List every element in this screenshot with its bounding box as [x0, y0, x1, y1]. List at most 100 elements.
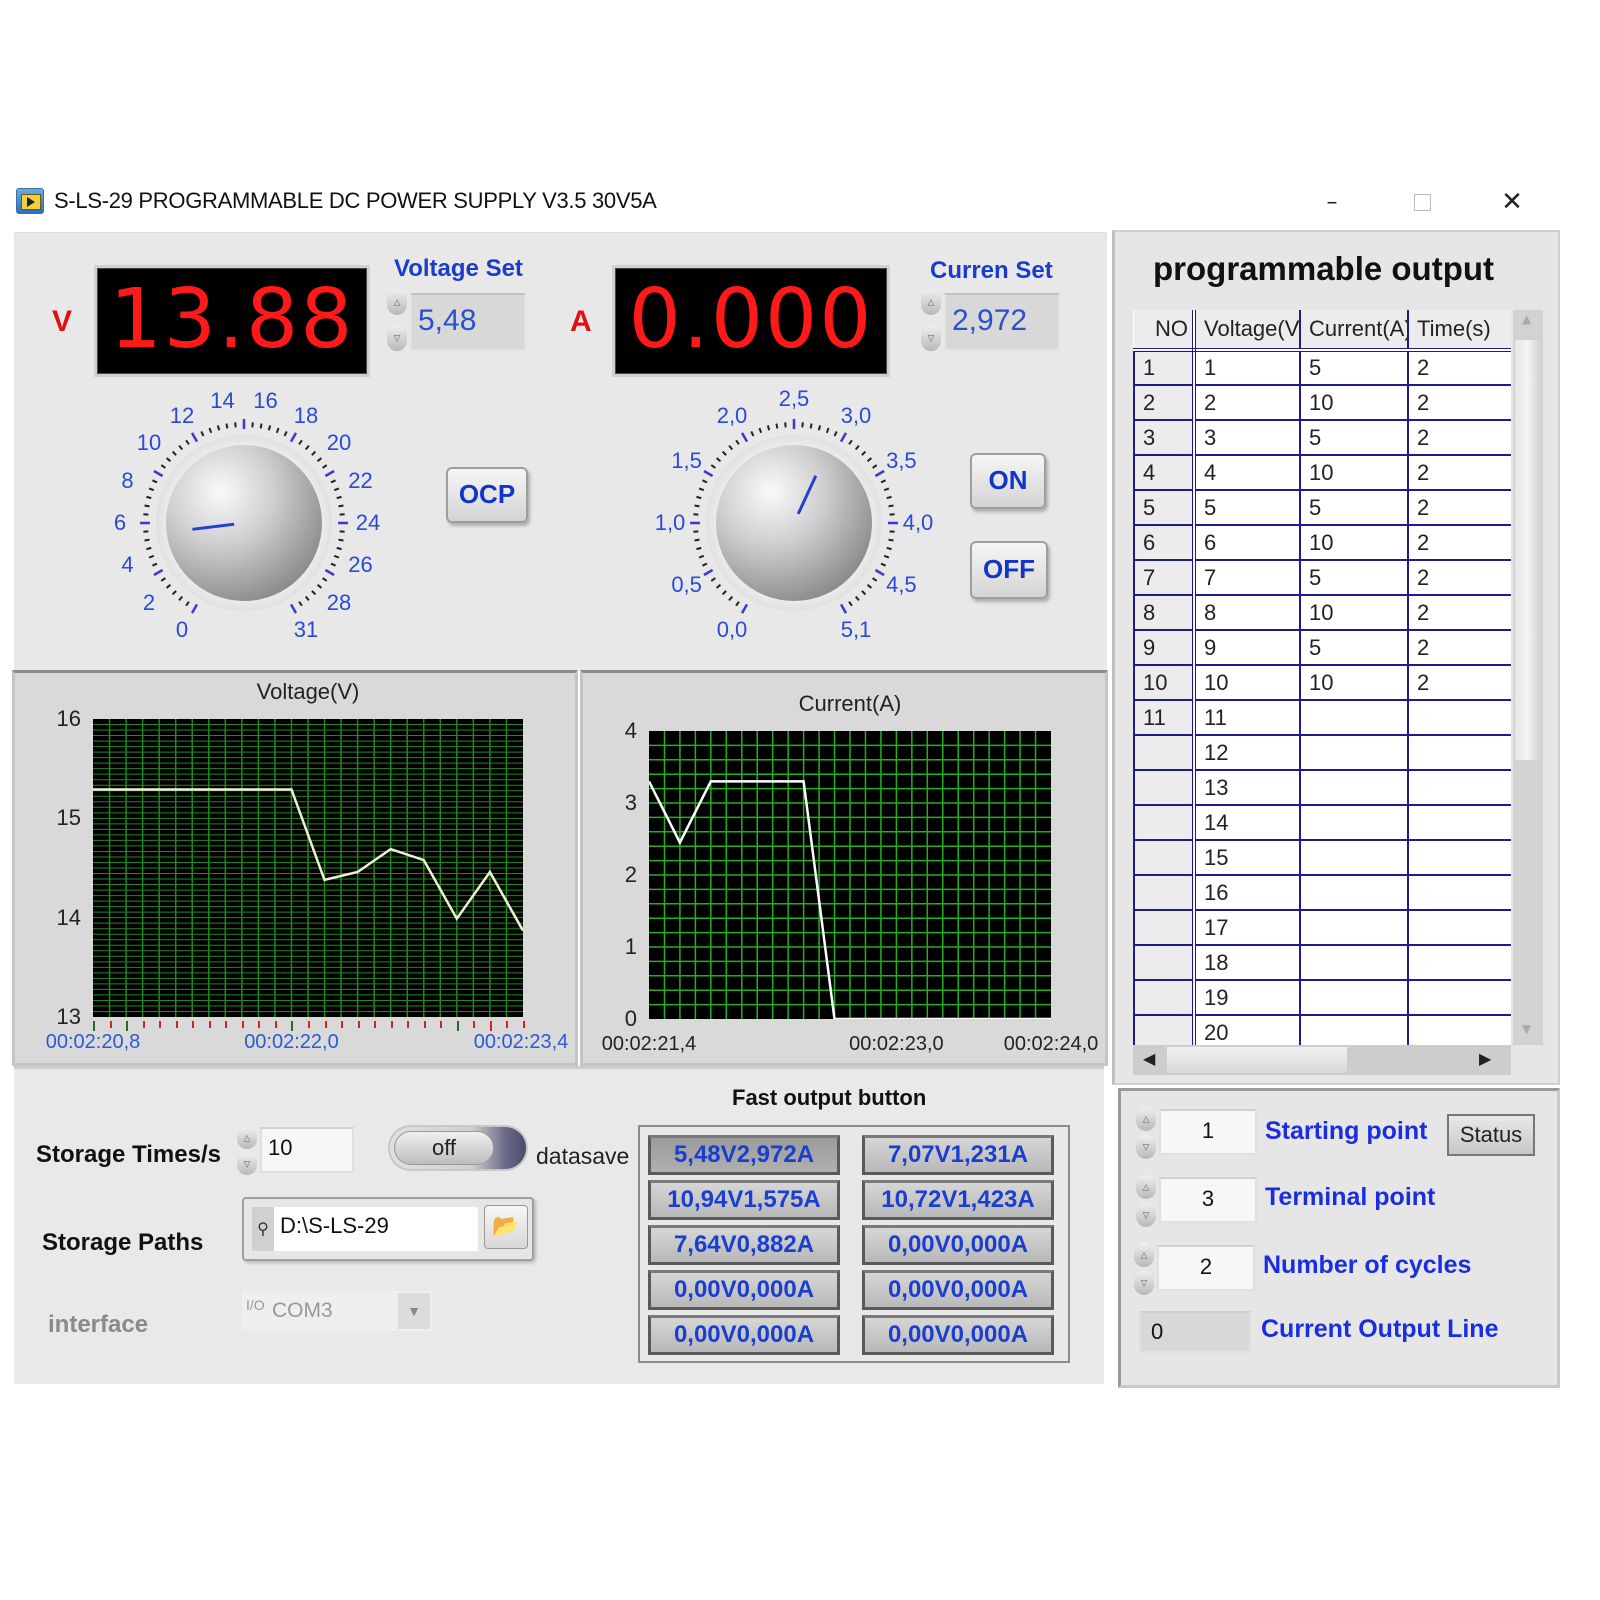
cell-no[interactable]: 10	[1133, 664, 1196, 701]
program-table[interactable]: NO Voltage(V) Current(A) Time(s) 1152221…	[1133, 310, 1511, 1045]
cell-no[interactable]: 3	[1133, 419, 1196, 456]
cell-voltage[interactable]: 3	[1193, 419, 1301, 456]
cell-current[interactable]	[1299, 769, 1409, 806]
column-header-current[interactable]: Current(A)	[1300, 310, 1409, 352]
cell-no[interactable]: 4	[1133, 454, 1196, 491]
cell-current[interactable]: 10	[1299, 524, 1409, 561]
cycles-spinner[interactable]: ▵ ▿	[1133, 1243, 1155, 1295]
cell-no[interactable]	[1133, 769, 1196, 806]
cell-current[interactable]	[1299, 839, 1409, 876]
knob-face[interactable]	[716, 445, 872, 601]
cell-time[interactable]	[1407, 944, 1511, 981]
storage-times-input[interactable]: 10	[260, 1127, 354, 1173]
cell-no[interactable]: 5	[1133, 489, 1196, 526]
cell-time[interactable]	[1407, 909, 1511, 946]
cell-current[interactable]: 10	[1299, 594, 1409, 631]
cell-time[interactable]: 2	[1407, 489, 1511, 526]
close-button[interactable]: ✕	[1492, 184, 1532, 220]
increment-icon[interactable]: ▵	[1136, 1107, 1156, 1131]
fast-output-button[interactable]: 5,48V2,972A	[648, 1135, 840, 1175]
current-knob[interactable]: 0,0 0,5 1,0 1,5 2,0 2,5 3,0 3,5 4,0 4,5 5,1	[644, 373, 944, 673]
scrollbar-thumb[interactable]	[1167, 1047, 1347, 1073]
scroll-up-icon[interactable]: ▲	[1522, 312, 1531, 326]
cell-no[interactable]: 9	[1133, 629, 1196, 666]
cell-current[interactable]	[1299, 909, 1409, 946]
terminal-point-input[interactable]: 3	[1159, 1177, 1257, 1223]
voltage-knob[interactable]: 0 2 4 6 8 10 12 14 16 18 20 22 24 26 28 31	[94, 373, 394, 673]
off-button[interactable]: OFF	[970, 541, 1048, 599]
cell-voltage[interactable]: 19	[1193, 979, 1301, 1016]
cell-voltage[interactable]: 20	[1193, 1014, 1301, 1045]
cell-current[interactable]: 5	[1299, 419, 1409, 456]
increment-icon[interactable]: ▵	[387, 289, 407, 315]
cell-voltage[interactable]: 12	[1193, 734, 1301, 771]
scrollbar-thumb[interactable]	[1515, 340, 1541, 760]
cell-voltage[interactable]: 5	[1193, 489, 1301, 526]
cell-time[interactable]: 2	[1407, 524, 1511, 561]
cell-current[interactable]	[1299, 699, 1409, 736]
datasave-toggle[interactable]: off	[388, 1125, 528, 1171]
fast-output-button[interactable]: 7,07V1,231A	[862, 1135, 1054, 1175]
cell-time[interactable]	[1407, 1014, 1511, 1045]
voltage-set-spinner[interactable]: ▵ ▿	[386, 289, 408, 351]
cell-no[interactable]	[1133, 839, 1196, 876]
cell-voltage[interactable]: 15	[1193, 839, 1301, 876]
column-header-time[interactable]: Time(s)	[1408, 310, 1511, 352]
plot-area[interactable]	[93, 719, 523, 1017]
cell-time[interactable]	[1407, 734, 1511, 771]
cell-no[interactable]: 6	[1133, 524, 1196, 561]
cell-no[interactable]	[1133, 944, 1196, 981]
cell-time[interactable]	[1407, 979, 1511, 1016]
cell-no[interactable]: 1	[1133, 349, 1196, 386]
storage-times-spinner[interactable]: ▵ ▿	[236, 1127, 258, 1175]
cell-voltage[interactable]: 7	[1193, 559, 1301, 596]
cell-no[interactable]	[1133, 1014, 1196, 1045]
cell-time[interactable]: 2	[1407, 559, 1511, 596]
fast-output-button[interactable]: 7,64V0,882A	[648, 1225, 840, 1265]
browse-folder-button[interactable]: 📂	[484, 1205, 528, 1249]
maximize-button[interactable]	[1402, 184, 1442, 220]
cell-current[interactable]: 5	[1299, 489, 1409, 526]
cell-no[interactable]	[1133, 734, 1196, 771]
scroll-down-icon[interactable]: ▼	[1522, 1022, 1531, 1036]
minimize-button[interactable]: –	[1312, 184, 1352, 220]
cell-no[interactable]: 7	[1133, 559, 1196, 596]
increment-icon[interactable]: ▵	[237, 1127, 257, 1149]
increment-icon[interactable]: ▵	[921, 289, 941, 315]
decrement-icon[interactable]: ▿	[387, 325, 407, 351]
fast-output-button[interactable]: 0,00V0,000A	[862, 1270, 1054, 1310]
cell-voltage[interactable]: 8	[1193, 594, 1301, 631]
cell-current[interactable]	[1299, 804, 1409, 841]
fast-output-button[interactable]: 0,00V0,000A	[648, 1270, 840, 1310]
cell-current[interactable]	[1299, 1014, 1409, 1045]
scroll-left-icon[interactable]: ◀	[1143, 1049, 1155, 1068]
terminal-point-spinner[interactable]: ▵ ▿	[1135, 1175, 1157, 1227]
knob-face[interactable]	[166, 445, 322, 601]
cell-voltage[interactable]: 16	[1193, 874, 1301, 911]
cell-time[interactable]: 2	[1407, 454, 1511, 491]
status-button[interactable]: Status	[1447, 1114, 1535, 1156]
cell-time[interactable]: 2	[1407, 349, 1511, 386]
cell-time[interactable]: 2	[1407, 594, 1511, 631]
cell-time[interactable]: 2	[1407, 384, 1511, 421]
cell-time[interactable]: 2	[1407, 419, 1511, 456]
cell-current[interactable]: 10	[1299, 664, 1409, 701]
cell-time[interactable]	[1407, 769, 1511, 806]
ocp-button[interactable]: OCP	[446, 467, 528, 523]
cell-current[interactable]: 10	[1299, 384, 1409, 421]
cell-time[interactable]	[1407, 874, 1511, 911]
fast-output-button[interactable]: 10,72V1,423A	[862, 1180, 1054, 1220]
cell-no[interactable]	[1133, 804, 1196, 841]
cell-time[interactable]: 2	[1407, 629, 1511, 666]
increment-icon[interactable]: ▵	[1136, 1175, 1156, 1199]
decrement-icon[interactable]: ▿	[921, 325, 941, 351]
cell-voltage[interactable]: 11	[1193, 699, 1301, 736]
cell-no[interactable]	[1133, 979, 1196, 1016]
cell-voltage[interactable]: 18	[1193, 944, 1301, 981]
cell-time[interactable]	[1407, 839, 1511, 876]
current-set-input[interactable]: 2,972	[944, 293, 1060, 351]
decrement-icon[interactable]: ▿	[1134, 1271, 1154, 1295]
cell-voltage[interactable]: 10	[1193, 664, 1301, 701]
decrement-icon[interactable]: ▿	[1136, 1203, 1156, 1227]
fast-output-button[interactable]: 0,00V0,000A	[648, 1315, 840, 1355]
